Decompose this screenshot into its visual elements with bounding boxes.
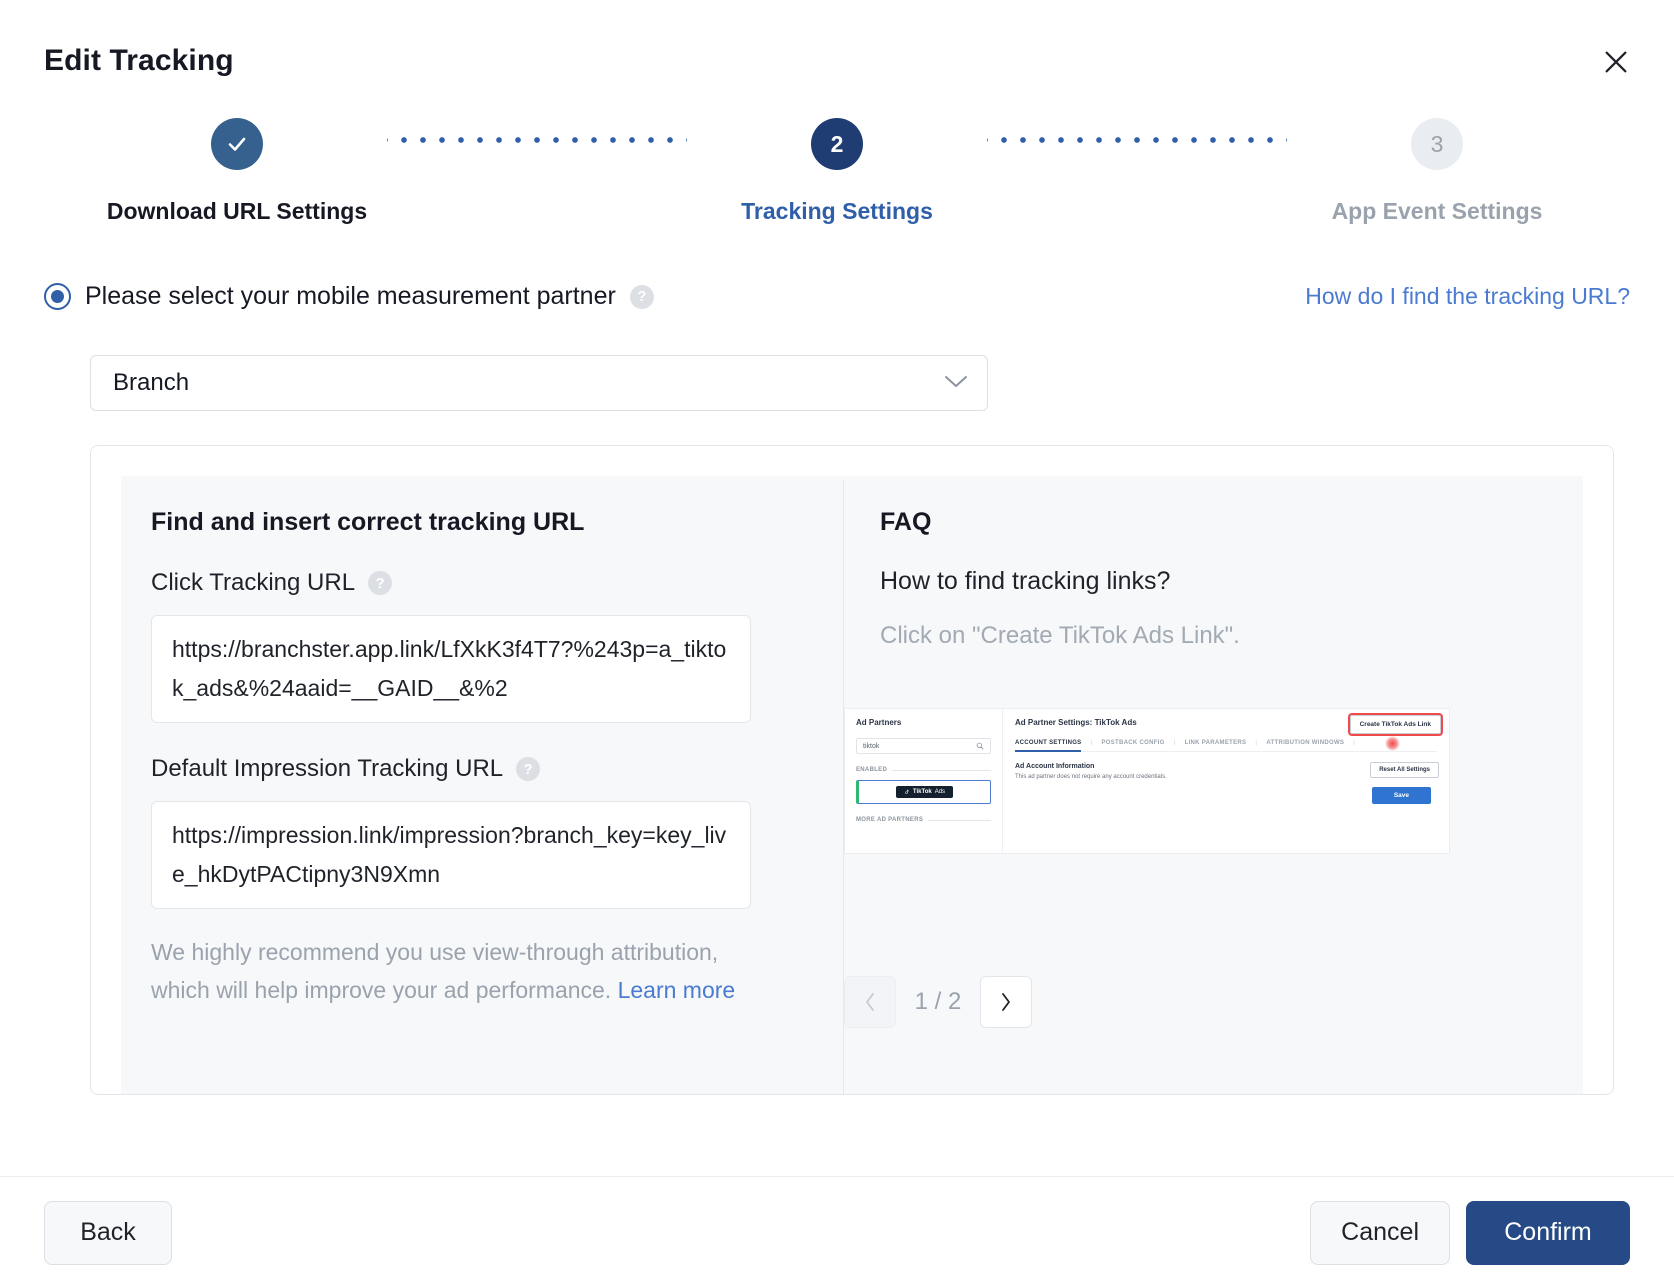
- step-label-1: Download URL Settings: [106, 198, 368, 224]
- screenshot-tabs: ACCOUNT SETTINGS | POSTBACK CONFIG | LIN…: [1015, 740, 1437, 752]
- faq-heading: FAQ: [880, 508, 932, 536]
- screenshot-tab-postback-config: POSTBACK CONFIG: [1101, 740, 1165, 746]
- screenshot-tiktok-chip: TikTok Ads: [895, 786, 954, 798]
- screenshot-tab-separator: |: [1173, 740, 1176, 746]
- step-app-event-settings[interactable]: 3 App Event Settings: [1287, 118, 1587, 225]
- step-connector-2: [987, 136, 1287, 144]
- tiktok-note-icon: [905, 789, 909, 794]
- modal-footer: Back Cancel Confirm: [0, 1176, 1674, 1288]
- screenshot-enabled-label: ENABLED: [856, 767, 888, 773]
- chevron-right-icon[interactable]: [980, 976, 1032, 1028]
- screenshot-enabled-label-row: ENABLED: [856, 767, 991, 773]
- step-label-3: App Event Settings: [1331, 198, 1543, 224]
- mmp-radio-label: Please select your mobile measurement pa…: [85, 282, 616, 310]
- cancel-button[interactable]: Cancel: [1310, 1200, 1450, 1265]
- search-icon: [976, 742, 984, 750]
- tracking-settings-panel: Find and insert correct tracking URL Cli…: [90, 445, 1614, 1095]
- faq-pagination: 1 / 2: [844, 976, 1032, 1028]
- question-mark-icon[interactable]: ?: [368, 571, 393, 595]
- impression-tracking-url-input[interactable]: https://impression.link/impression?branc…: [151, 801, 751, 909]
- chevron-down-icon: [943, 373, 969, 394]
- screenshot-reset-all-settings-button: Reset All Settings: [1370, 762, 1439, 778]
- faq-page-count: 1 / 2: [914, 988, 962, 1015]
- screenshot-tab-separator: |: [1255, 740, 1258, 746]
- click-tracking-url-label-row: Click Tracking URL ?: [151, 569, 813, 597]
- screenshot-tab-link-parameters: LINK PARAMETERS: [1184, 740, 1247, 746]
- faq-example-screenshot: Ad Partners tiktok ENABLED TikTok Ads MO…: [844, 708, 1450, 854]
- screenshot-save-button: Save: [1371, 787, 1431, 804]
- step-connector-1: [387, 136, 687, 144]
- confirm-button[interactable]: Confirm: [1466, 1200, 1630, 1265]
- screenshot-tab-separator: |: [1353, 740, 1356, 746]
- back-button[interactable]: Back: [44, 1200, 172, 1265]
- mmp-radio[interactable]: [44, 283, 71, 310]
- step-indicator-1: [211, 118, 263, 170]
- tracking-settings-panel-inner: Find and insert correct tracking URL Cli…: [121, 476, 1583, 1094]
- edit-tracking-modal: Edit Tracking Download URL Settings 2 Tr…: [0, 0, 1674, 1288]
- view-through-attribution-note: We highly recommend you use view-through…: [151, 933, 751, 1009]
- screenshot-more-partners-label: MORE AD PARTNERS: [856, 817, 924, 823]
- screenshot-tiktok-chip-label: TikTok: [912, 789, 932, 795]
- learn-more-link[interactable]: Learn more: [618, 977, 736, 1003]
- step-label-2: Tracking Settings: [741, 198, 933, 224]
- page-title: Edit Tracking: [44, 44, 234, 77]
- chevron-left-icon[interactable]: [844, 976, 896, 1028]
- mmp-selection-row: Please select your mobile measurement pa…: [44, 282, 1630, 311]
- screenshot-tiktok-chip-sub: Ads: [934, 789, 946, 795]
- tracking-url-heading: Find and insert correct tracking URL: [151, 508, 585, 536]
- impression-tracking-url-label: Default Impression Tracking URL: [151, 755, 504, 782]
- screenshot-more-partners-row: MORE AD PARTNERS: [856, 817, 991, 823]
- tracking-url-help-link[interactable]: How do I find the tracking URL?: [1305, 283, 1630, 310]
- click-tracking-url-input[interactable]: https://branchster.app.link/LfXkK3f4T7?%…: [151, 615, 751, 723]
- step-tracking-settings[interactable]: 2 Tracking Settings: [687, 118, 987, 225]
- screenshot-cursor-highlight: [1385, 736, 1400, 751]
- footer-actions: Cancel Confirm: [1310, 1200, 1630, 1265]
- screenshot-partner-search-input: tiktok: [856, 738, 991, 754]
- impression-tracking-url-label-row: Default Impression Tracking URL ?: [151, 755, 813, 783]
- mmp-select-value: Branch: [113, 369, 190, 396]
- step-indicator-2: 2: [811, 118, 863, 170]
- screenshot-partner-settings-pane: Ad Partner Settings: TikTok Ads ACCOUNT …: [1003, 709, 1449, 853]
- screenshot-ad-partners-heading: Ad Partners: [856, 718, 902, 727]
- faq-column: FAQ How to find tracking links? Click on…: [844, 476, 1583, 1094]
- mmp-radio-group: Please select your mobile measurement pa…: [44, 282, 654, 311]
- mmp-select[interactable]: Branch: [90, 355, 988, 411]
- screenshot-tab-separator: |: [1090, 740, 1093, 746]
- faq-question: How to find tracking links?: [880, 567, 1171, 595]
- question-mark-icon[interactable]: ?: [516, 757, 541, 781]
- screenshot-tiktok-partner-card: TikTok Ads: [856, 780, 991, 804]
- screenshot-ad-partners-pane: Ad Partners tiktok ENABLED TikTok Ads MO…: [845, 709, 1003, 853]
- close-icon[interactable]: [1596, 42, 1636, 82]
- tracking-url-column: Find and insert correct tracking URL Cli…: [121, 476, 843, 1094]
- faq-answer: Click on "Create TikTok Ads Link".: [880, 622, 1240, 649]
- screenshot-partner-search-value: tiktok: [863, 742, 880, 750]
- stepper: Download URL Settings 2 Tracking Setting…: [0, 118, 1674, 225]
- question-mark-icon[interactable]: ?: [629, 284, 654, 309]
- step-indicator-3: 3: [1411, 118, 1463, 170]
- click-tracking-url-label: Click Tracking URL: [151, 569, 356, 596]
- screenshot-tab-attribution-windows: ATTRIBUTION WINDOWS: [1266, 740, 1345, 746]
- screenshot-create-tiktok-ads-link-button: Create TikTok Ads Link: [1349, 715, 1441, 734]
- step-download-url-settings[interactable]: Download URL Settings: [87, 118, 387, 225]
- screenshot-tab-account-settings: ACCOUNT SETTINGS: [1015, 740, 1082, 752]
